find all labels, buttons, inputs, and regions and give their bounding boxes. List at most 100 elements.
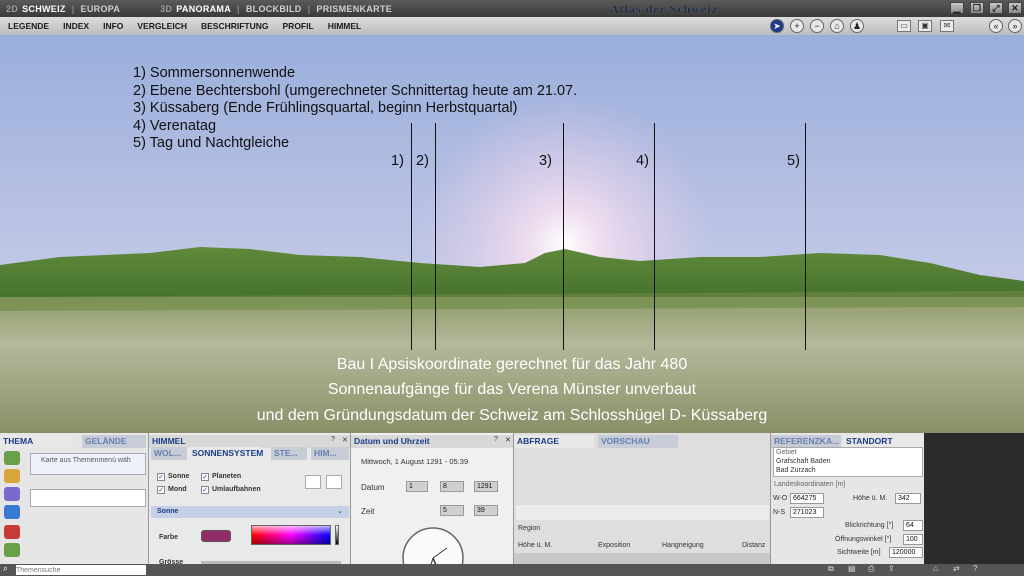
tab-abfrage[interactable]: ABFRAGE (514, 435, 594, 448)
folder-icon[interactable]: ▤ (848, 564, 856, 573)
reset-icon[interactable] (326, 475, 342, 489)
legend-list: 1) Sommersonnenwende 2) Ebene Bechtersbo… (133, 65, 577, 153)
legend-item-3: 3) Küssaberg (Ende Frühlingsquartal, beg… (133, 100, 518, 117)
checkbox-umlaufbahnen[interactable]: ✓ (201, 486, 209, 494)
sightline-4 (654, 123, 655, 350)
checkbox-mond[interactable]: ✓ (157, 486, 165, 494)
help-icon[interactable]: ? (494, 436, 498, 443)
hour-input[interactable]: 5 (440, 505, 464, 516)
mode-3d-group: 3D PANORAMA | BLOCKBILD | PRISMENKARTE (154, 0, 402, 17)
caption-line-1: Bau I Apsiskoordinate gerechnet für das … (336, 356, 688, 373)
col-hangneigung: Hangneigung (662, 542, 704, 549)
collapse-right-icon[interactable]: » (1008, 19, 1022, 33)
menu-item-beschriftung[interactable]: BESCHRIFTUNG (201, 21, 269, 31)
layer-icon[interactable]: ⧉ (828, 564, 834, 574)
print-icon[interactable]: ⎙ (868, 564, 874, 574)
menu-item-profil[interactable]: PROFIL (283, 21, 314, 31)
collapse-left-icon[interactable]: « (989, 19, 1003, 33)
close-panel-icon[interactable]: ✕ (342, 436, 348, 444)
help-circle-icon[interactable]: ? (973, 564, 977, 573)
mode-3d-label: 3D (160, 3, 173, 14)
oeffnung-label: Öffnungswinkel [°] (835, 536, 892, 543)
tab-gelaende[interactable]: GELÄNDE (82, 435, 146, 448)
transport-icon[interactable] (4, 525, 20, 539)
nav-schweiz[interactable]: SCHWEIZ (22, 4, 66, 14)
nav-prismenkarte[interactable]: PRISMENKARTE (316, 4, 392, 14)
color-picker[interactable] (251, 525, 331, 545)
mail-icon[interactable]: ✉ (940, 20, 954, 32)
section-sonne-label: Sonne (157, 508, 179, 515)
tab-wolken[interactable]: WOL... (151, 447, 187, 460)
close-panel-icon[interactable]: ✕ (505, 436, 511, 444)
home-icon[interactable]: ⌂ (933, 564, 938, 573)
apply-icon[interactable] (305, 475, 321, 489)
menu-bar: LEGENDE INDEX INFO VERGLEICH BESCHRIFTUNG PRO… (0, 17, 1024, 35)
thema-panel: THEMA GELÄNDE Karte aus Themenmenü wäh ⌕ (0, 433, 148, 576)
day-input[interactable]: 1 (406, 481, 428, 492)
tab-himmel[interactable]: HIM... (311, 447, 349, 460)
marker-2: 2) (416, 153, 429, 169)
building-icon[interactable] (4, 505, 20, 519)
empty-panel-area (924, 433, 1024, 576)
fullscreen-icon[interactable]: ⤢ (989, 2, 1003, 14)
zoom-out-icon[interactable]: − (810, 19, 824, 33)
energy-icon[interactable] (4, 543, 20, 557)
region-label: Region (518, 525, 541, 532)
section-sonne[interactable]: Sonne ⌄ (151, 506, 349, 518)
globe-icon[interactable] (4, 487, 20, 501)
month-input[interactable]: 8 (440, 481, 464, 492)
nav-panorama[interactable]: PANORAMA (176, 4, 231, 14)
col-distanz: Distanz (742, 542, 766, 549)
measure-icon[interactable]: ⌂ (830, 19, 844, 33)
tab-vorschau[interactable]: VORSCHAU (598, 435, 678, 448)
blick-input[interactable]: 64 (903, 520, 923, 531)
menu-item-vergleich[interactable]: VERGLEICH (137, 21, 187, 31)
restore-icon[interactable]: ❐ (970, 2, 984, 14)
hoehe-input[interactable]: 342 (895, 493, 921, 504)
marker-3: 3) (539, 153, 552, 169)
tab-sonnensystem[interactable]: SONNENSYSTEM (189, 447, 263, 460)
wo-label: W-O (773, 495, 788, 502)
theme-list-box[interactable] (30, 489, 146, 507)
person-icon[interactable]: ♟ (850, 19, 864, 33)
menu-item-legende[interactable]: LEGENDE (8, 21, 49, 31)
tab-thema[interactable]: THEMA (0, 435, 72, 448)
year-input[interactable]: 1291 (474, 481, 498, 492)
close-icon[interactable]: ✕ (1008, 2, 1022, 14)
checkbox-planeten[interactable]: ✓ (201, 473, 209, 481)
legend-item-5: 5) Tag und Nachtgleiche (133, 135, 290, 152)
pointer-tool-icon[interactable]: ➤ (770, 19, 784, 33)
sichtweite-input[interactable]: 120000 (889, 547, 923, 558)
people-icon[interactable] (4, 469, 20, 483)
zoom-in-icon[interactable]: + (790, 19, 804, 33)
atlas-app: 2D SCHWEIZ | EUROPA 3D PANORAMA | BLOCKB… (0, 0, 1024, 576)
menu-item-index[interactable]: INDEX (63, 21, 89, 31)
sun-color-swatch[interactable] (201, 530, 231, 542)
menu-item-himmel[interactable]: HIMMEL (328, 21, 362, 31)
brightness-slider[interactable] (335, 525, 339, 545)
minute-input[interactable]: 39 (474, 505, 498, 516)
nav-europa[interactable]: EUROPA (81, 4, 121, 14)
abfrage-panel: ABFRAGE VORSCHAU Region Höhe ü. M. Expos… (513, 433, 771, 576)
minimize-icon[interactable]: ▁ (950, 2, 964, 14)
wo-input[interactable]: 664275 (790, 493, 824, 504)
separator: | (71, 3, 75, 14)
panorama-view[interactable]: 1) Sommersonnenwende 2) Ebene Bechtersbo… (0, 35, 1024, 433)
menu-item-info[interactable]: INFO (103, 21, 123, 31)
checkbox-sonne[interactable]: ✓ (157, 473, 165, 481)
tab-sterne[interactable]: STE... (271, 447, 307, 460)
swap-icon[interactable]: ⇄ (953, 564, 960, 573)
help-icon[interactable]: ? (331, 436, 335, 443)
checkbox-mond-label: Mond (168, 486, 187, 493)
legend-item-1: 1) Sommersonnenwende (133, 65, 296, 81)
ns-input[interactable]: 271023 (790, 507, 824, 518)
export-icon[interactable]: ⇪ (888, 564, 895, 573)
hint-text: Karte aus Themenmenü wäh (41, 457, 131, 464)
sightline-2 (435, 123, 436, 350)
theme-search-input[interactable] (16, 565, 146, 575)
image-icon[interactable]: ▣ (918, 20, 932, 32)
oeffnung-input[interactable]: 100 (903, 534, 923, 545)
nav-blockbild[interactable]: BLOCKBILD (246, 4, 302, 14)
nature-icon[interactable] (4, 451, 20, 465)
layout-icon[interactable]: ▭ (897, 20, 911, 32)
